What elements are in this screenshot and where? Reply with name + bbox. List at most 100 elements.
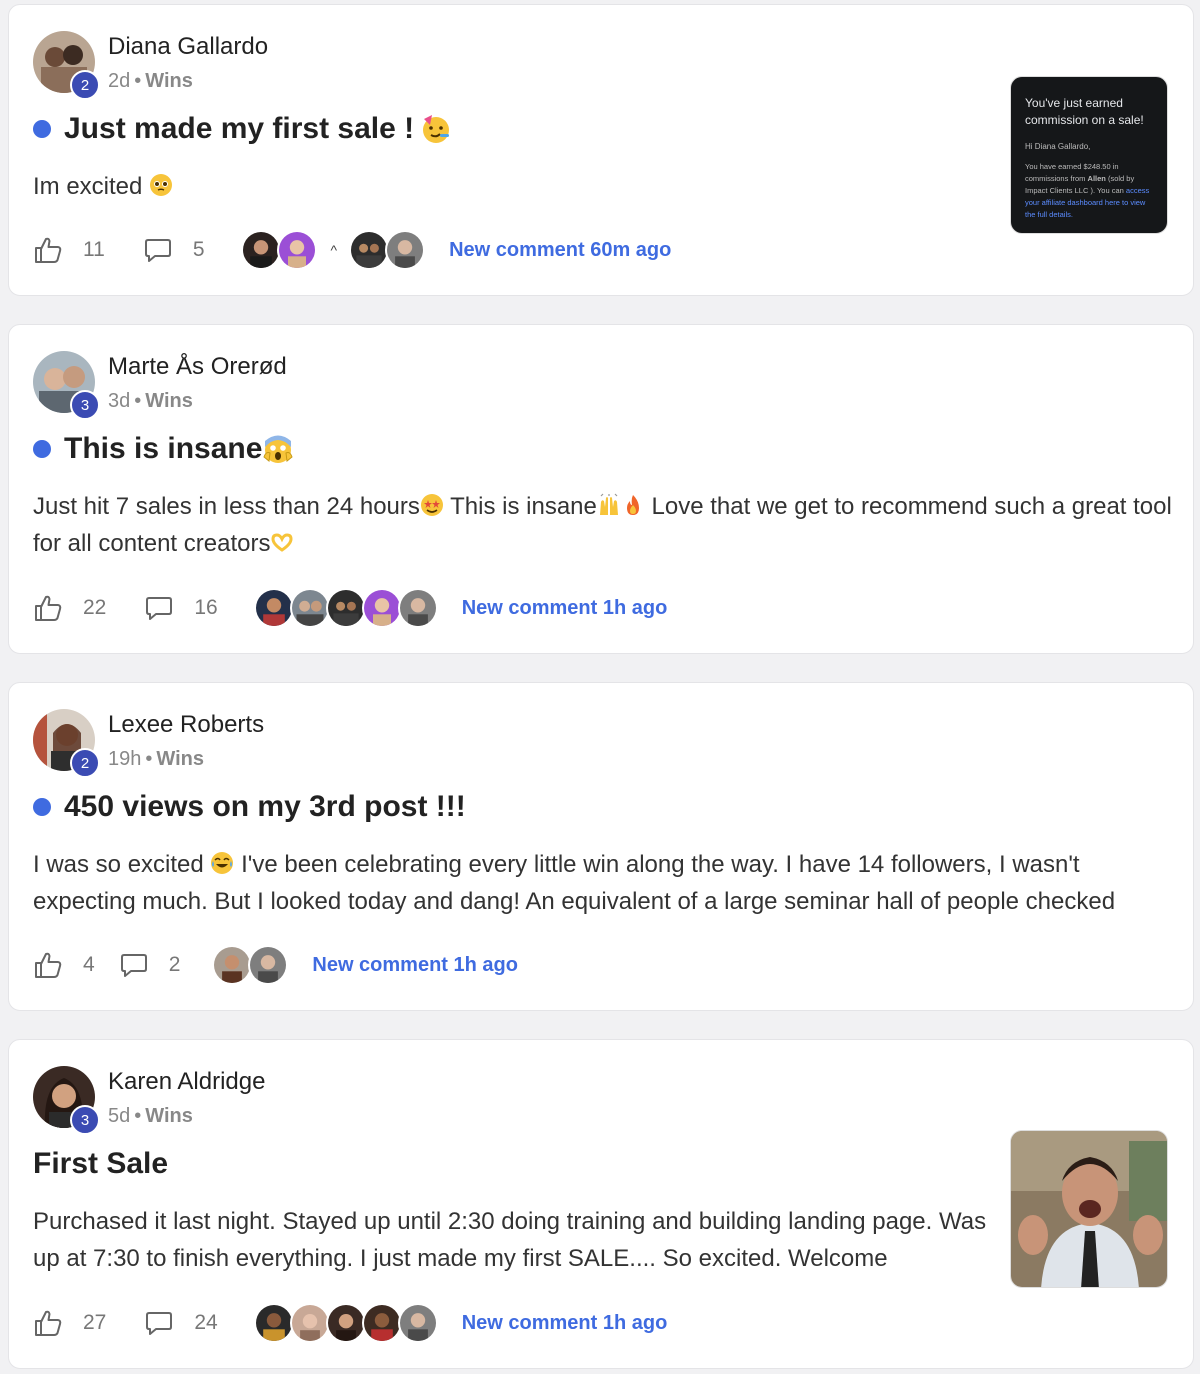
post-category[interactable]: Wins xyxy=(156,748,204,770)
post-meta: 2d • Wins xyxy=(108,70,193,93)
post-card[interactable]: 2 Lexee Roberts 19h • Wins 450 views on my… xyxy=(8,682,1194,1011)
post-body-text: Just hit 7 sales in less than 24 hours xyxy=(33,493,420,520)
post-title[interactable]: This is insane xyxy=(33,432,294,466)
post-title[interactable]: Just made my first sale ! xyxy=(33,112,452,146)
post-title[interactable]: 450 views on my 3rd post !!! xyxy=(33,790,466,824)
post-time: 2d xyxy=(108,70,131,92)
post-actions: 4 2 New comment 1h ago xyxy=(33,943,518,987)
partying-face-icon xyxy=(423,115,450,143)
thumbs-up-icon[interactable] xyxy=(33,1308,63,1338)
email-heading: You've just earned commission on a sale! xyxy=(1025,96,1144,127)
post-meta: 19h • Wins xyxy=(108,748,204,771)
speech-bubble-icon[interactable] xyxy=(143,235,173,265)
email-greeting: Hi Diana Gallardo, xyxy=(1025,142,1091,151)
commenter-avatar xyxy=(240,230,281,270)
post-title-text: Just made my first sale ! xyxy=(64,112,415,145)
commenter-avatars[interactable] xyxy=(212,945,289,985)
comment-count: 2 xyxy=(168,953,181,976)
new-comment-link[interactable]: New comment 1h ago xyxy=(462,1312,668,1335)
post-time: 19h xyxy=(108,748,142,770)
post-category[interactable]: Wins xyxy=(145,1105,193,1127)
fire-icon xyxy=(626,495,639,515)
speech-bubble-icon[interactable] xyxy=(119,950,149,980)
comment-count: 24 xyxy=(194,1311,218,1334)
post-card[interactable]: 3 Karen Aldridge 5d • Wins First Sale Purc… xyxy=(8,1039,1194,1369)
post-actions: 22 16 New comment 1h ago xyxy=(33,586,667,630)
level-badge: 3 xyxy=(70,1105,100,1135)
author-avatar[interactable]: 3 xyxy=(33,1066,100,1135)
post-body: Just hit 7 sales in less than 24 hours T… xyxy=(33,488,1173,562)
commenter-avatars[interactable] xyxy=(253,1303,438,1343)
like-count: 4 xyxy=(83,953,95,976)
meta-separator: • xyxy=(134,390,142,412)
post-card[interactable]: 2 Diana Gallardo 2d • Wins Just made my fi… xyxy=(8,4,1194,296)
post-time: 5d xyxy=(108,1105,131,1127)
unread-dot xyxy=(33,440,51,458)
post-card[interactable]: 3 Marte Ås Orerød 3d • Wins This is insane… xyxy=(8,324,1194,654)
post-body-text: This is insane xyxy=(443,493,597,520)
comment-count: 16 xyxy=(194,596,218,619)
thumbs-up-icon[interactable] xyxy=(33,950,63,980)
commenter-avatar xyxy=(397,1303,438,1343)
new-comment-link[interactable]: New comment 60m ago xyxy=(449,239,671,262)
commenter-avatar xyxy=(361,1303,402,1343)
commenter-avatars[interactable] xyxy=(253,588,438,628)
commenter-avatars[interactable] xyxy=(349,230,426,270)
commenter-avatar xyxy=(361,588,402,628)
tears-of-joy-icon xyxy=(211,852,234,874)
post-time: 3d xyxy=(108,390,131,412)
commenter-avatar xyxy=(385,230,426,270)
post-meta: 5d • Wins xyxy=(108,1105,193,1128)
author-avatar[interactable]: 2 xyxy=(33,709,100,778)
commenter-avatar xyxy=(289,1303,330,1343)
commenter-avatar xyxy=(276,230,317,270)
post-category[interactable]: Wins xyxy=(145,70,193,92)
commenter-avatar xyxy=(248,945,289,985)
post-meta: 3d • Wins xyxy=(108,390,193,413)
commenter-avatar xyxy=(397,588,438,628)
level-badge: 2 xyxy=(70,748,100,778)
email-brand: Allen xyxy=(1087,174,1106,183)
unread-dot xyxy=(33,120,51,138)
post-body: Im excited xyxy=(33,168,173,205)
commenter-avatar xyxy=(212,945,253,985)
post-body: I was so excited I've been celebrating e… xyxy=(33,846,1173,920)
author-name[interactable]: Lexee Roberts xyxy=(108,711,264,739)
meta-separator: • xyxy=(145,748,153,770)
post-category[interactable]: Wins xyxy=(145,390,193,412)
unread-dot xyxy=(33,798,51,816)
raising-hands-icon xyxy=(599,493,618,515)
author-avatar[interactable]: 3 xyxy=(33,351,100,420)
like-count: 22 xyxy=(83,596,107,619)
thumbs-up-icon[interactable] xyxy=(33,593,63,623)
commenter-avatars[interactable] xyxy=(240,230,317,270)
speech-bubble-icon[interactable] xyxy=(144,1308,174,1338)
attachment-thumbnail[interactable]: You've just earned commission on a sale!… xyxy=(1010,76,1168,234)
screaming-face-icon xyxy=(263,435,293,463)
post-body-text: Im excited xyxy=(33,173,143,200)
like-count: 27 xyxy=(83,1311,107,1334)
author-avatar[interactable]: 2 xyxy=(33,31,100,100)
speech-bubble-icon[interactable] xyxy=(144,593,174,623)
post-title-text: This is insane xyxy=(64,432,263,465)
new-comment-link[interactable]: New comment 1h ago xyxy=(312,954,518,977)
author-name[interactable]: Diana Gallardo xyxy=(108,33,268,61)
new-comment-link[interactable]: New comment 1h ago xyxy=(462,597,668,620)
author-name[interactable]: Karen Aldridge xyxy=(108,1068,265,1096)
commenter-avatar xyxy=(253,1303,294,1343)
post-title[interactable]: First Sale xyxy=(33,1147,168,1181)
commenter-avatar xyxy=(289,588,330,628)
excited-man-image xyxy=(1011,1131,1167,1287)
thumbs-up-icon[interactable] xyxy=(33,235,63,265)
comment-count: 5 xyxy=(192,238,205,261)
level-badge: 3 xyxy=(70,390,100,420)
email-paragraph: You have earned $248.50 in commissions f… xyxy=(1025,161,1153,221)
post-body-text: I was so excited xyxy=(33,851,204,878)
meta-separator: • xyxy=(134,1105,142,1127)
post-actions: 11 5 ^ New comment 60m ago xyxy=(33,228,671,272)
heart-hands-icon xyxy=(271,533,293,552)
attachment-thumbnail[interactable] xyxy=(1010,1130,1168,1288)
post-title-text: First Sale xyxy=(33,1147,169,1180)
star-struck-icon xyxy=(420,494,443,516)
author-name[interactable]: Marte Ås Orerød xyxy=(108,353,287,381)
